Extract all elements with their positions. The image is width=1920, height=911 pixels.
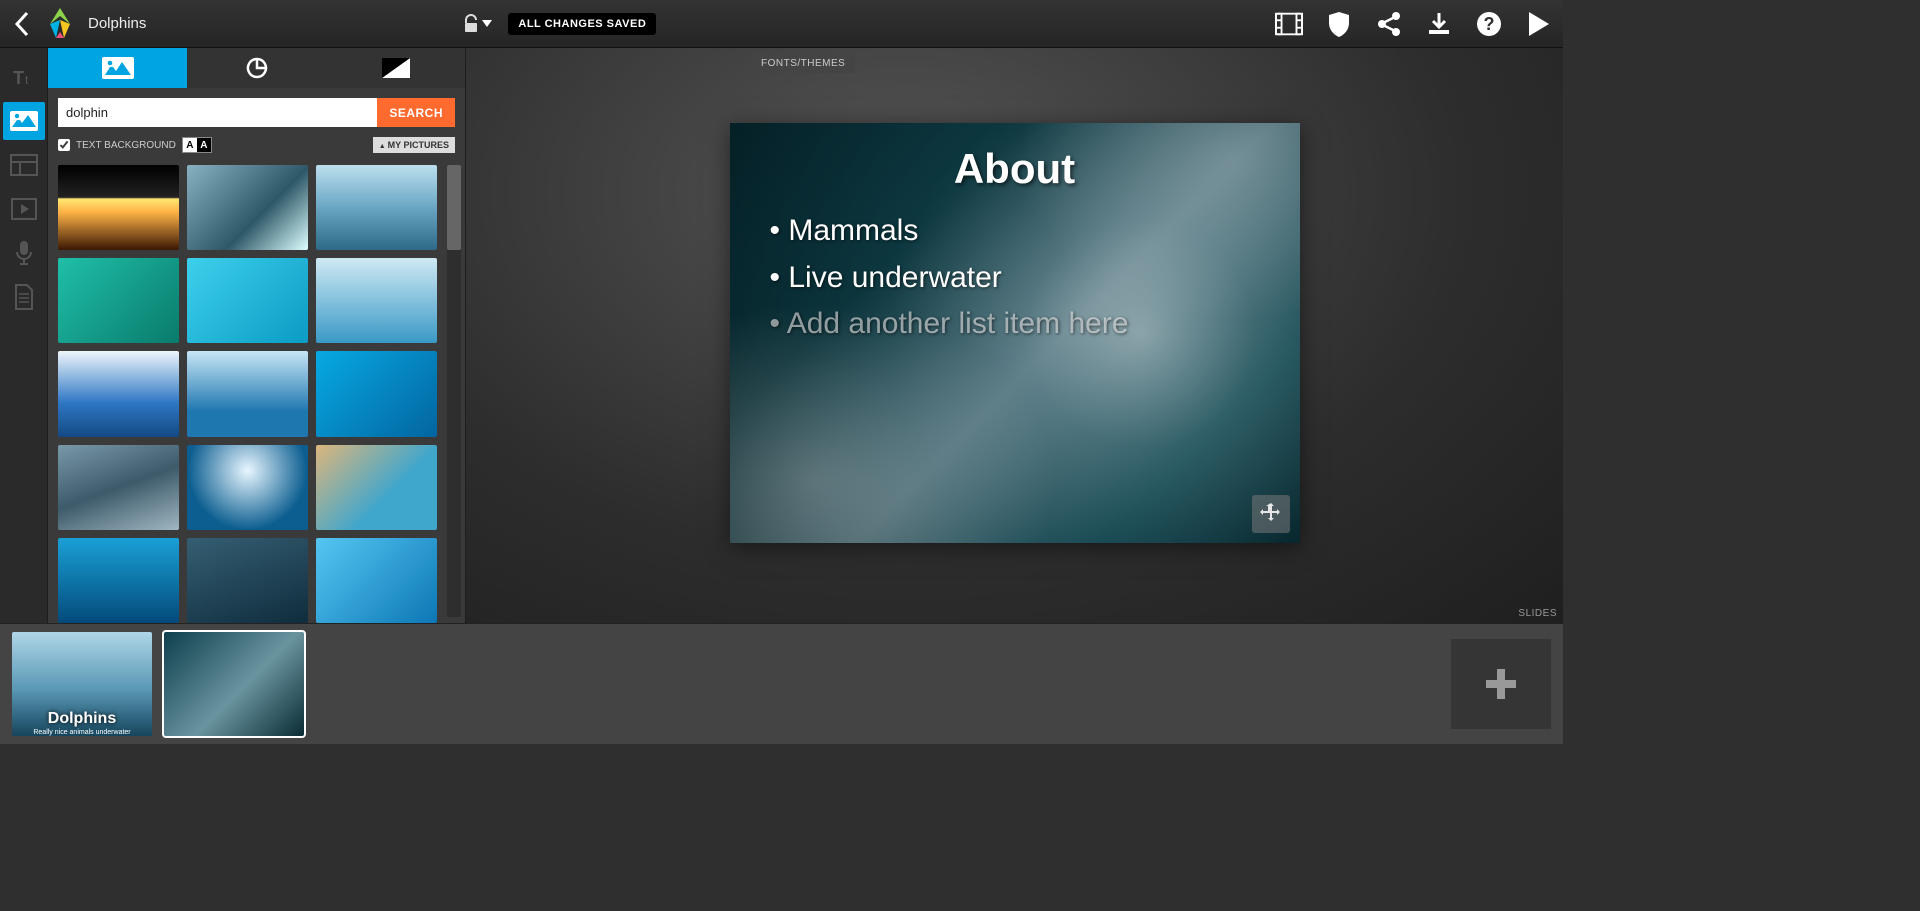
media-panel: SEARCH TEXT BACKGROUND AA MY PICTURES [48, 48, 466, 623]
image-thumb[interactable] [316, 445, 437, 530]
app-logo[interactable] [42, 6, 78, 42]
image-thumb[interactable] [187, 538, 308, 623]
image-thumb[interactable] [58, 445, 179, 530]
image-thumb[interactable] [316, 258, 437, 343]
rail-audio[interactable] [3, 234, 45, 272]
text-color-toggle[interactable]: AA [182, 137, 212, 153]
image-thumb[interactable] [58, 258, 179, 343]
add-slide-button[interactable] [1451, 639, 1551, 729]
image-thumb[interactable] [187, 445, 308, 530]
rail-text[interactable]: Tt [3, 58, 45, 96]
grid-scrollbar[interactable] [447, 165, 461, 617]
help-icon[interactable]: ? [1475, 10, 1503, 38]
image-thumb[interactable] [187, 258, 308, 343]
top-bar: Dolphins ALL CHANGES SAVED ? [0, 0, 1563, 48]
slide-title[interactable]: About [730, 145, 1300, 193]
svg-text:?: ? [1484, 14, 1495, 34]
image-thumb[interactable] [316, 351, 437, 436]
image-thumb[interactable] [187, 351, 308, 436]
tab-shapes[interactable] [187, 48, 326, 88]
slide-bullet-placeholder[interactable]: Add another list item here [770, 301, 1270, 348]
image-grid [48, 159, 447, 623]
image-thumb[interactable] [187, 165, 308, 250]
move-handle-icon[interactable] [1252, 495, 1290, 533]
save-status: ALL CHANGES SAVED [508, 13, 656, 35]
tray-slide-subtitle: Really nice animals underwater [12, 729, 152, 736]
share-icon[interactable] [1375, 10, 1403, 38]
image-thumb[interactable] [58, 538, 179, 623]
tab-filters[interactable] [326, 48, 465, 88]
video-icon[interactable] [1275, 10, 1303, 38]
tray-slide-2[interactable] [164, 632, 304, 736]
search-input[interactable] [58, 98, 377, 127]
image-thumb[interactable] [58, 351, 179, 436]
slide-bullet[interactable]: Mammals [770, 208, 1270, 255]
slides-label: SLIDES [1518, 608, 1557, 619]
svg-text:T: T [13, 68, 24, 88]
rail-media[interactable] [3, 102, 45, 140]
search-button[interactable]: SEARCH [377, 98, 455, 127]
canvas-area: FONTS/THEMES About Mammals Live underwat… [466, 48, 1563, 623]
download-icon[interactable] [1425, 10, 1453, 38]
chevron-down-icon [482, 20, 492, 28]
image-thumb[interactable] [316, 538, 437, 623]
image-thumb[interactable] [58, 165, 179, 250]
text-background-label: TEXT BACKGROUND [76, 140, 176, 151]
tab-images[interactable] [48, 48, 187, 88]
current-slide[interactable]: About Mammals Live underwater Add anothe… [730, 123, 1300, 543]
play-icon[interactable] [1525, 10, 1553, 38]
my-pictures-button[interactable]: MY PICTURES [373, 137, 455, 153]
text-background-checkbox[interactable] [58, 139, 70, 151]
rail-layout[interactable] [3, 146, 45, 184]
slide-bullet-list[interactable]: Mammals Live underwater Add another list… [770, 208, 1270, 348]
tray-slide-1[interactable]: Dolphins Really nice animals underwater [12, 632, 152, 736]
rail-document[interactable] [3, 278, 45, 316]
image-thumb[interactable] [316, 165, 437, 250]
tray-slide-title: Dolphins [12, 710, 152, 728]
shield-icon[interactable] [1325, 10, 1353, 38]
slide-bullet[interactable]: Live underwater [770, 255, 1270, 302]
slide-tray: Dolphins Really nice animals underwater [0, 623, 1563, 744]
svg-text:t: t [25, 73, 29, 87]
fonts-themes-button[interactable]: FONTS/THEMES [751, 54, 855, 73]
lock-toggle[interactable] [462, 14, 492, 34]
back-button[interactable] [10, 12, 34, 36]
tool-rail: Tt [0, 48, 48, 623]
document-title[interactable]: Dolphins [88, 15, 146, 32]
rail-playback[interactable] [3, 190, 45, 228]
